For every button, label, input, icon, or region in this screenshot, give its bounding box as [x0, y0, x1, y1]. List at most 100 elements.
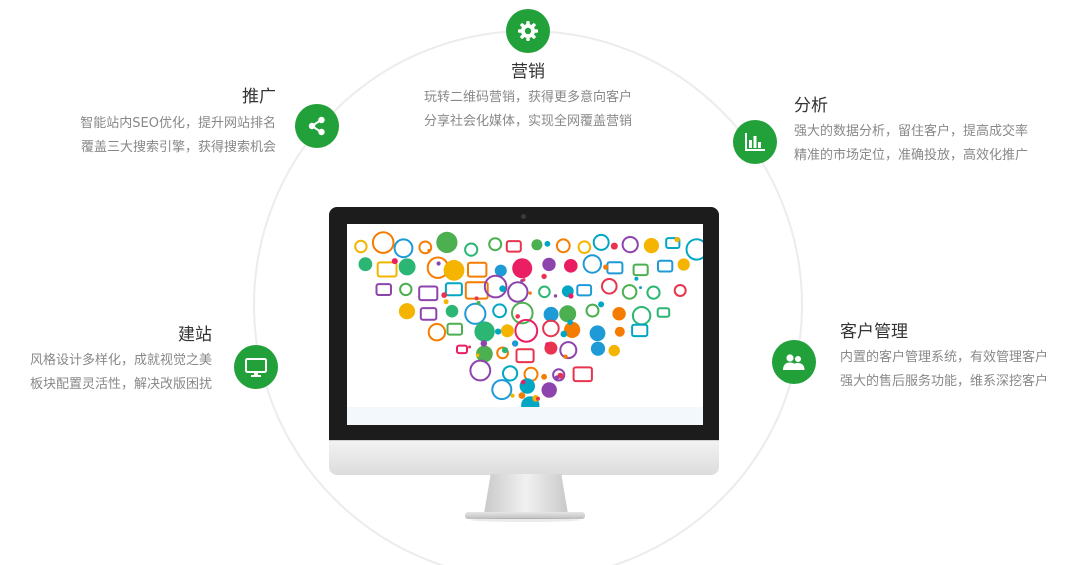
app-icon-glyph-4	[436, 231, 458, 253]
promotion-description: 智能站内SEO优化，提升网站排名 覆盖三大搜索引擎，获得搜索机会	[40, 112, 276, 160]
app-icon-glyph-82	[541, 382, 557, 398]
analysis-desc-line-1: 强大的数据分析，留住客户，提高成交率	[794, 124, 1029, 139]
site-building-monitor-icon[interactable]	[234, 345, 278, 389]
app-icon-dot-14	[544, 240, 551, 247]
monitor-stand-shadow	[470, 518, 580, 522]
crm-users-icon[interactable]	[772, 340, 816, 384]
promotion-desc-line-1: 智能站内SEO优化，提升网站排名	[80, 116, 276, 131]
monitor-stand	[484, 474, 568, 514]
app-icon-glyph-15	[685, 238, 703, 261]
app-icon-dot-9	[391, 258, 398, 265]
app-icon-glyph-30	[677, 258, 690, 271]
marketing-description: 玩转二维码营销，获得更多意向客户 分享社会化媒体，实现全网覆盖营销	[400, 86, 656, 134]
promotion-desc-line-2: 覆盖三大搜索引擎，获得搜索机会	[80, 140, 276, 155]
app-icon-glyph-11	[592, 233, 610, 251]
feature-showcase: 营销 玩转二维码营销，获得更多意向客户 分享社会化媒体，实现全网覆盖营销 推广 …	[0, 0, 1078, 565]
app-icon-dot-30	[441, 292, 448, 298]
app-icons-illustration	[354, 231, 703, 415]
app-icon-glyph-45	[398, 303, 416, 320]
app-icon-glyph-59	[474, 321, 495, 342]
app-icon-glyph-16	[358, 257, 373, 272]
analysis-chart-icon[interactable]	[733, 120, 777, 164]
app-icon-dot-10	[468, 345, 472, 349]
app-icon-glyph-28	[632, 263, 649, 277]
users-icon	[783, 354, 805, 370]
monitor-bezel	[329, 207, 719, 440]
app-icon-dot-27	[515, 314, 520, 319]
app-icon-glyph-54	[612, 307, 626, 321]
app-icon-glyph-12	[621, 236, 639, 254]
app-icon-dot-23	[568, 293, 574, 299]
app-icon-glyph-21	[467, 261, 488, 278]
app-icon-dot-5	[443, 299, 449, 305]
app-icon-glyph-1	[371, 231, 395, 254]
site-building-desc-line-1: 风格设计多样化，成就视觉之美	[29, 353, 212, 368]
crm-description: 内置的客户管理系统，有效管理客户 强大的售后服务功能，维系深挖客户	[840, 346, 1070, 394]
app-icon-glyph-74	[608, 344, 620, 357]
app-icon-glyph-17	[376, 261, 398, 278]
app-icon-dot-33	[554, 375, 560, 380]
app-icon-glyph-49	[492, 303, 508, 319]
app-icon-dot-28	[474, 296, 479, 301]
app-icon-glyph-8	[531, 239, 543, 251]
app-icon-dot-25	[541, 373, 547, 380]
marketing-desc-line-1: 玩转二维码营销，获得更多意向客户	[423, 90, 632, 105]
site-building-title: 建站	[178, 325, 212, 345]
marketing-gear-icon[interactable]	[506, 9, 550, 53]
app-icon-dot-34	[480, 340, 488, 347]
app-icon-glyph-73	[590, 341, 606, 356]
app-icon-glyph-18	[398, 258, 416, 276]
app-icon-glyph-46	[419, 307, 438, 321]
app-icon-glyph-9	[555, 238, 571, 254]
promotion-share-icon[interactable]	[295, 104, 339, 148]
app-icon-glyph-43	[646, 285, 661, 300]
app-icon-dot-19	[501, 347, 509, 354]
app-icon-glyph-66	[631, 323, 649, 338]
app-icon-glyph-37	[507, 281, 529, 303]
app-icon-dot-16	[475, 353, 480, 357]
app-icon-dot-35	[522, 278, 526, 282]
monitor-icon	[245, 358, 267, 377]
crm-desc-line-2: 强大的售后服务功能，维系深挖客户	[840, 374, 1049, 389]
app-icon-dot-26	[610, 242, 618, 250]
app-icon-dot-32	[528, 291, 532, 295]
marketing-title: 营销	[511, 62, 545, 82]
app-icon-glyph-62	[542, 319, 560, 338]
app-icon-glyph-13	[643, 238, 659, 254]
analysis-title: 分析	[794, 96, 828, 116]
app-icon-dot-3	[603, 264, 609, 270]
app-icon-glyph-41	[600, 278, 618, 295]
app-icon-dot-11	[639, 286, 642, 290]
app-icon-glyph-67	[456, 344, 468, 355]
app-icon-glyph-48	[464, 302, 487, 325]
app-icon-glyph-44	[673, 284, 687, 297]
app-icon-glyph-31	[375, 283, 392, 296]
app-icon-glyph-47	[445, 304, 459, 318]
app-icon-glyph-23	[512, 258, 533, 279]
app-icon-glyph-70	[515, 348, 535, 364]
app-icon-glyph-58	[446, 322, 463, 336]
app-icon-dot-21	[510, 393, 515, 398]
app-icon-dot-31	[427, 248, 431, 253]
app-icon-glyph-26	[582, 254, 603, 274]
app-icon-glyph-56	[656, 307, 671, 318]
monitor-screen	[347, 224, 703, 425]
app-icon-dot-6	[674, 236, 680, 243]
app-icon-dot-36	[545, 342, 550, 346]
app-icon-dot-8	[511, 340, 519, 347]
app-icon-glyph-38	[538, 285, 551, 299]
app-icon-dot-37	[563, 354, 568, 359]
app-icon-dot-18	[536, 396, 540, 401]
app-icon-glyph-64	[589, 325, 606, 342]
app-icon-glyph-76	[502, 365, 519, 382]
app-icon-glyph-53	[585, 303, 600, 318]
app-icon-glyph-7	[505, 240, 522, 253]
app-icon-glyph-20	[443, 259, 465, 281]
screen-bottom-band	[347, 407, 703, 425]
app-icon-glyph-75	[469, 359, 492, 382]
site-building-desc-line-2: 板块配置灵活性，解决改版困扰	[29, 377, 212, 392]
app-icon-dot-12	[541, 273, 547, 280]
app-icon-dot-15	[518, 392, 526, 399]
app-icon-dot-2	[520, 379, 526, 385]
app-icon-glyph-55	[631, 306, 652, 326]
